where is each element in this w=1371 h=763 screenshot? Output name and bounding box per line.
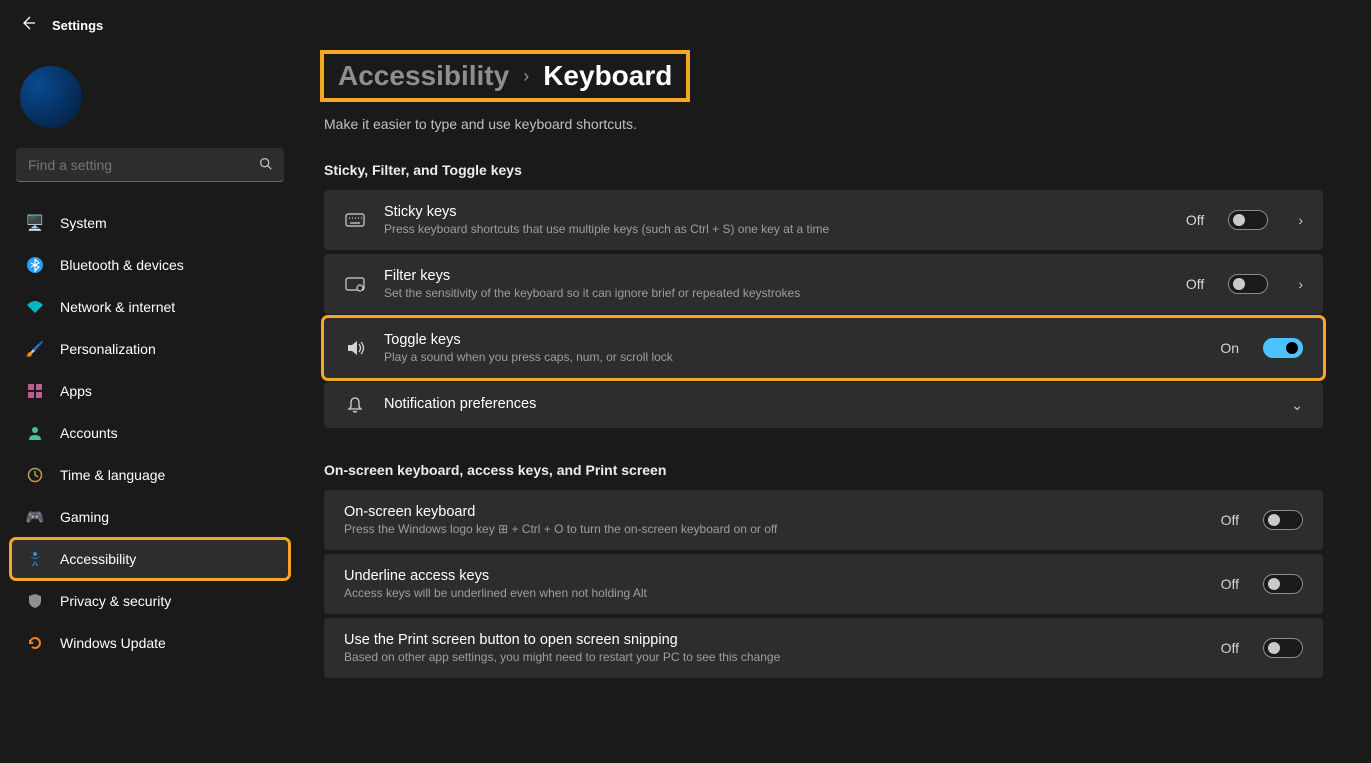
sidebar-item-label: System (60, 215, 107, 231)
sidebar-item-bluetooth[interactable]: Bluetooth & devices (12, 246, 288, 284)
row-title: Toggle keys (384, 332, 1202, 348)
sidebar-item-accounts[interactable]: Accounts (12, 414, 288, 452)
row-desc: Press keyboard shortcuts that use multip… (384, 222, 1168, 236)
apps-icon (26, 382, 44, 400)
section-head-keys: Sticky, Filter, and Toggle keys (324, 162, 1323, 178)
row-desc: Play a sound when you press caps, num, o… (384, 350, 1202, 364)
toggle-onscreen-keyboard[interactable] (1263, 510, 1303, 530)
display-icon: 🖥️ (26, 214, 44, 232)
bell-icon (344, 396, 366, 414)
row-state: Off (1186, 276, 1204, 292)
row-state: Off (1221, 640, 1239, 656)
sidebar-item-label: Personalization (60, 341, 156, 357)
titlebar: Settings (0, 0, 1371, 50)
row-desc: Based on other app settings, you might n… (344, 650, 1203, 664)
toggle-filter-keys[interactable] (1228, 274, 1268, 294)
toggle-sticky-keys[interactable] (1228, 210, 1268, 230)
page-description: Make it easier to type and use keyboard … (324, 116, 1323, 132)
sidebar-item-privacy[interactable]: Privacy & security (12, 582, 288, 620)
toggle-underline-access-keys[interactable] (1263, 574, 1303, 594)
accessibility-icon (26, 550, 44, 568)
chevron-right-icon: › (523, 66, 529, 87)
shield-icon (26, 592, 44, 610)
row-print-screen[interactable]: Use the Print screen button to open scre… (324, 618, 1323, 678)
row-desc: Press the Windows logo key ⊞ + Ctrl + O … (344, 522, 1203, 536)
breadcrumb: Accessibility › Keyboard (324, 54, 686, 98)
sidebar-item-label: Time & language (60, 467, 165, 483)
chevron-right-icon[interactable]: › (1298, 276, 1303, 292)
chevron-right-icon[interactable]: › (1298, 212, 1303, 228)
content: Accessibility › Keyboard Make it easier … (300, 50, 1371, 763)
back-icon[interactable] (20, 15, 36, 36)
row-state: Off (1186, 212, 1204, 228)
sidebar-item-personalization[interactable]: 🖌️ Personalization (12, 330, 288, 368)
chevron-down-icon[interactable]: ⌄ (1291, 397, 1303, 414)
sidebar-item-label: Network & internet (60, 299, 175, 315)
sidebar-item-update[interactable]: Windows Update (12, 624, 288, 662)
row-title: Underline access keys (344, 568, 1203, 584)
sidebar-item-label: Privacy & security (60, 593, 171, 609)
toggle-toggle-keys[interactable] (1263, 338, 1303, 358)
app-title: Settings (52, 18, 103, 33)
sidebar-item-label: Apps (60, 383, 92, 399)
sidebar-item-label: Bluetooth & devices (60, 257, 184, 273)
row-toggle-keys[interactable]: Toggle keys Play a sound when you press … (324, 318, 1323, 378)
brush-icon: 🖌️ (26, 340, 44, 358)
row-title: Sticky keys (384, 204, 1168, 220)
sidebar-item-label: Gaming (60, 509, 109, 525)
update-icon (26, 634, 44, 652)
search-input[interactable] (16, 148, 284, 182)
breadcrumb-parent[interactable]: Accessibility (338, 60, 509, 92)
toggle-print-screen[interactable] (1263, 638, 1303, 658)
section-head-osk: On-screen keyboard, access keys, and Pri… (324, 462, 1323, 478)
sound-icon (344, 339, 366, 357)
sidebar-item-label: Windows Update (60, 635, 166, 651)
row-state: Off (1221, 576, 1239, 592)
row-notification-prefs[interactable]: Notification preferences ⌄ (324, 382, 1323, 428)
row-state: On (1220, 340, 1239, 356)
sidebar-item-label: Accounts (60, 425, 118, 441)
row-state: Off (1221, 512, 1239, 528)
keyboard-gear-icon (344, 276, 366, 292)
sidebar-item-apps[interactable]: Apps (12, 372, 288, 410)
bluetooth-icon (26, 256, 44, 274)
person-icon (26, 424, 44, 442)
row-desc: Access keys will be underlined even when… (344, 586, 1203, 600)
clock-icon (26, 466, 44, 484)
search-icon (259, 157, 272, 173)
row-sticky-keys[interactable]: Sticky keys Press keyboard shortcuts tha… (324, 190, 1323, 250)
keyboard-icon (344, 212, 366, 228)
breadcrumb-current: Keyboard (543, 60, 672, 92)
wifi-icon (26, 298, 44, 316)
search-wrap (16, 148, 284, 182)
row-title: Use the Print screen button to open scre… (344, 632, 1203, 648)
row-title: Filter keys (384, 268, 1168, 284)
avatar[interactable] (20, 66, 82, 128)
row-underline-access-keys[interactable]: Underline access keys Access keys will b… (324, 554, 1323, 614)
sidebar-item-time[interactable]: Time & language (12, 456, 288, 494)
sidebar-item-system[interactable]: 🖥️ System (12, 204, 288, 242)
row-filter-keys[interactable]: Filter keys Set the sensitivity of the k… (324, 254, 1323, 314)
sidebar-item-accessibility[interactable]: Accessibility (12, 540, 288, 578)
sidebar: 🖥️ System Bluetooth & devices Network & … (0, 50, 300, 763)
sidebar-item-gaming[interactable]: 🎮 Gaming (12, 498, 288, 536)
sidebar-item-network[interactable]: Network & internet (12, 288, 288, 326)
row-title: On-screen keyboard (344, 504, 1203, 520)
row-desc: Set the sensitivity of the keyboard so i… (384, 286, 1168, 300)
row-title: Notification preferences (384, 396, 1261, 412)
gamepad-icon: 🎮 (26, 508, 44, 526)
sidebar-item-label: Accessibility (60, 551, 136, 567)
row-onscreen-keyboard[interactable]: On-screen keyboard Press the Windows log… (324, 490, 1323, 550)
